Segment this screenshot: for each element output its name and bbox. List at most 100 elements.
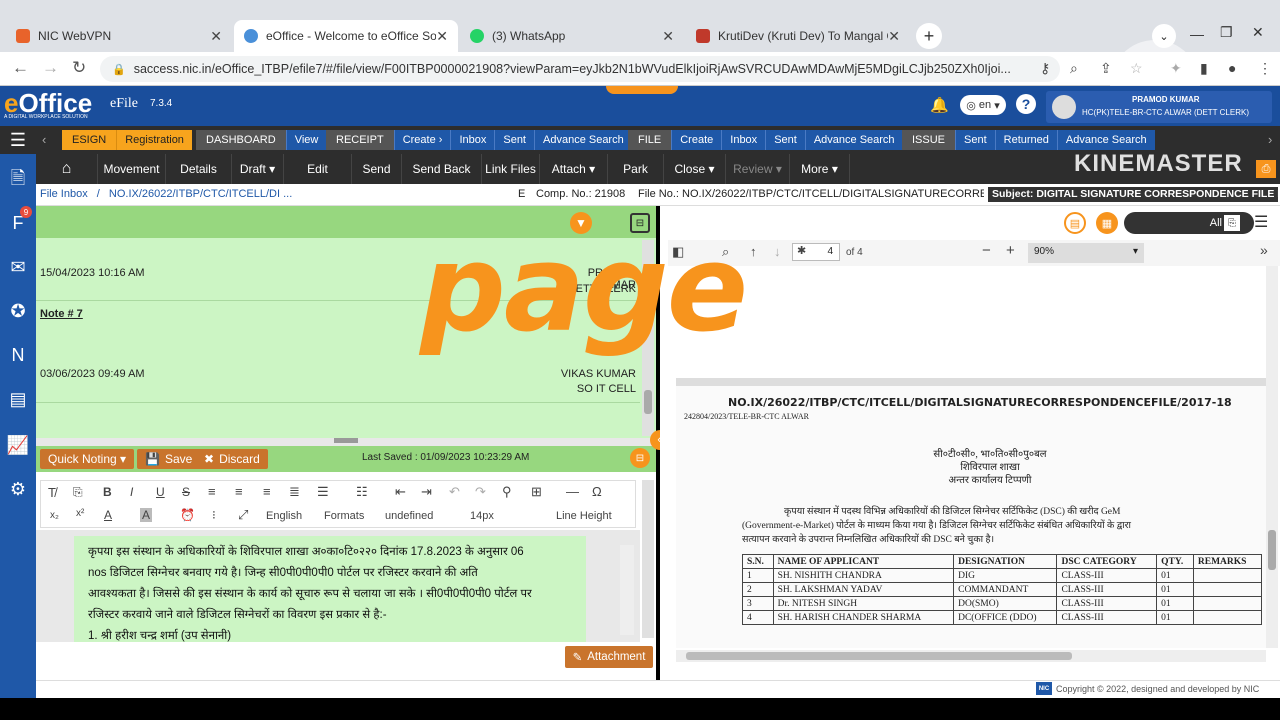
header-tab-handle[interactable]: [606, 86, 678, 94]
tab-whatsapp[interactable]: (3) WhatsApp ✕: [460, 20, 684, 52]
register-icon[interactable]: ▤: [5, 386, 31, 412]
help-icon[interactable]: ?: [1016, 94, 1036, 114]
next-page-icon[interactable]: ↓: [774, 244, 781, 259]
hamburger-menu-icon[interactable]: ☰: [0, 126, 36, 154]
editor-scrollbar[interactable]: [620, 545, 634, 635]
menu-scroll-left-icon[interactable]: ‹: [42, 132, 46, 147]
language-dropdown[interactable]: English: [266, 510, 302, 522]
edit-button[interactable]: Edit: [284, 154, 352, 184]
menu-scroll-right-icon[interactable]: ›: [1268, 132, 1272, 147]
profile-icon[interactable]: ●: [1228, 60, 1236, 76]
clear-format-icon[interactable]: T̸: [48, 485, 56, 500]
forward-icon[interactable]: →: [42, 58, 59, 78]
menu-item-file-inbox[interactable]: Inbox: [721, 130, 766, 150]
font-size-dropdown[interactable]: 14px: [470, 510, 494, 522]
editor-content[interactable]: कृपया इस संस्थान के अधिकारियों के शिविरप…: [74, 536, 586, 642]
numbered-list-icon[interactable]: ☷: [356, 484, 368, 500]
zoom-in-icon[interactable]: +: [1006, 242, 1015, 259]
paste-icon[interactable]: ⎘: [73, 485, 83, 500]
collapse-editor-icon[interactable]: ⊟: [630, 448, 650, 468]
table-icon[interactable]: ⊞: [531, 484, 542, 500]
font-family-dropdown[interactable]: undefined: [385, 510, 433, 522]
language-select[interactable]: ◎ en ▾: [960, 95, 1006, 115]
menu-item-issue-sent[interactable]: Sent: [955, 130, 995, 150]
italic-icon[interactable]: I: [130, 485, 133, 499]
menu-item-receipt-inbox[interactable]: Inbox: [450, 130, 495, 150]
key-icon[interactable]: ⚷: [1040, 60, 1050, 77]
pdf-file-icon[interactable]: ⎘: [1224, 215, 1240, 231]
highlight-color-icon[interactable]: A: [140, 508, 153, 522]
menu-dots-icon[interactable]: ⋮: [1258, 60, 1272, 77]
subscript-icon[interactable]: x₂: [50, 510, 59, 521]
menu-item-file-create[interactable]: Create: [671, 130, 722, 150]
pdf-scrollbar-thumb[interactable]: [1268, 530, 1276, 570]
home-icon[interactable]: ⌂: [36, 154, 98, 184]
list-menu-icon[interactable]: ☰: [1254, 212, 1268, 232]
quick-noting-button[interactable]: Quick Noting ▾: [40, 449, 135, 469]
horizontal-rule-icon[interactable]: —: [566, 484, 579, 499]
noting-view-icon[interactable]: ▤: [1064, 212, 1086, 234]
superscript-icon[interactable]: x²: [76, 508, 84, 519]
close-menu-button[interactable]: Close ▾: [664, 154, 726, 184]
find-binoculars-icon[interactable]: ⚲: [502, 484, 512, 500]
movement-button[interactable]: Movement: [98, 154, 166, 184]
bell-icon[interactable]: 🔔: [930, 96, 949, 114]
breadcrumb-file-number[interactable]: NO.IX/26022/ITBP/CTC/ITCELL/DI ...: [109, 188, 292, 200]
menu-item-file-sent[interactable]: Sent: [765, 130, 805, 150]
outdent-icon[interactable]: ⇤: [395, 484, 406, 500]
more-tools-icon[interactable]: »: [1260, 242, 1268, 258]
align-right-icon[interactable]: ≡: [263, 484, 271, 499]
menu-item-issue-returned[interactable]: Returned: [994, 130, 1057, 150]
tab-nic-webvpn[interactable]: NIC WebVPN ✕: [6, 20, 232, 52]
save-button[interactable]: 💾 Save: [137, 449, 201, 469]
discard-button[interactable]: ✖ Discard: [196, 449, 268, 469]
nonbreaking-space-icon[interactable]: ⁝: [212, 508, 216, 522]
send-back-button[interactable]: Send Back: [402, 154, 482, 184]
datetime-icon[interactable]: ⏰: [180, 508, 195, 522]
strikethrough-icon[interactable]: S: [182, 485, 190, 499]
pdf-horizontal-thumb[interactable]: [686, 652, 1072, 660]
send-button[interactable]: Send: [352, 154, 402, 184]
review-menu-button[interactable]: Review ▾: [726, 154, 790, 184]
text-color-icon[interactable]: A: [104, 508, 112, 522]
bold-icon[interactable]: B: [103, 485, 112, 499]
justify-icon[interactable]: ≣: [289, 484, 300, 500]
close-tab-icon[interactable]: ✕: [888, 28, 900, 45]
close-tab-icon[interactable]: ✕: [436, 28, 448, 45]
special-character-icon[interactable]: Ω: [592, 484, 602, 499]
url-field[interactable]: 🔒 saccess.nic.in/eOffice_ITBP/efile7/#/f…: [100, 56, 1060, 82]
bullet-list-icon[interactable]: ☰: [317, 484, 329, 500]
reports-chart-icon[interactable]: 📈: [5, 432, 31, 458]
close-tab-icon[interactable]: ✕: [662, 28, 674, 45]
previous-page-icon[interactable]: ↑: [750, 244, 757, 259]
link-files-button[interactable]: Link Files: [482, 154, 540, 184]
attachment-button[interactable]: ✎ Attachment: [565, 646, 653, 668]
indent-icon[interactable]: ⇥: [421, 484, 432, 500]
close-tab-icon[interactable]: ✕: [210, 28, 222, 45]
star-icon[interactable]: ✪: [5, 298, 31, 324]
park-button[interactable]: Park: [608, 154, 664, 184]
restore-icon[interactable]: ❐: [1220, 24, 1233, 41]
attach-menu-button[interactable]: Attach ▾: [540, 154, 608, 184]
fullscreen-icon[interactable]: ⤢: [238, 507, 248, 523]
line-height-dropdown[interactable]: Line Height: [556, 510, 612, 522]
splitter-grip[interactable]: [334, 438, 358, 443]
editor-outer-scrollbar[interactable]: [642, 480, 654, 638]
align-left-icon[interactable]: ≡: [208, 484, 216, 499]
menu-item-registration[interactable]: Registration: [116, 130, 192, 150]
zoom-select[interactable]: 90% ▾: [1028, 243, 1144, 263]
correspondence-view-icon[interactable]: ▦: [1096, 212, 1118, 234]
reload-icon[interactable]: ↻: [72, 58, 86, 78]
settings-gear-icon[interactable]: ⚙: [5, 476, 31, 502]
dak-mail-icon[interactable]: ✉: [5, 254, 31, 280]
menu-item-issue-advance-search[interactable]: Advance Search: [1056, 130, 1155, 150]
menu-item-receipt-create[interactable]: Create ›: [393, 130, 451, 150]
menu-item-view[interactable]: View: [285, 130, 327, 150]
notes-icon[interactable]: N: [5, 342, 31, 368]
zoom-out-icon[interactable]: −: [982, 242, 991, 259]
user-profile-box[interactable]: PRAMOD KUMAR HC(PK)TELE-BR-CTC ALWAR (DE…: [1046, 91, 1272, 123]
tab-krutidev[interactable]: KrutiDev (Kruti Dev) To Mangal C ✕: [686, 20, 910, 52]
sidebar-icon[interactable]: ▮: [1200, 60, 1208, 77]
print-icon[interactable]: ⎙: [1256, 160, 1276, 178]
formats-dropdown[interactable]: Formats: [324, 510, 364, 522]
